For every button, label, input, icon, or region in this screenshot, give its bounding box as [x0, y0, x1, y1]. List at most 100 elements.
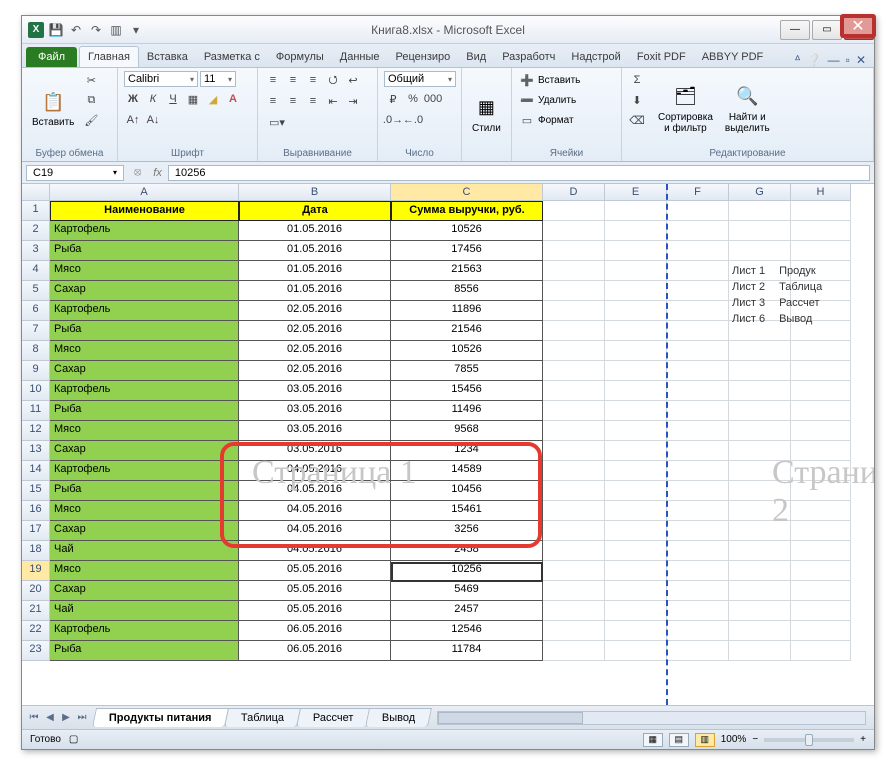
qat-redo-icon[interactable]: ↷ — [88, 22, 104, 38]
cell[interactable] — [605, 621, 667, 641]
cell[interactable]: Наименование — [50, 201, 239, 221]
cell[interactable]: 06.05.2016 — [239, 641, 391, 661]
align-bot-icon[interactable]: ≡ — [304, 71, 322, 89]
cell[interactable] — [729, 421, 791, 441]
cell[interactable] — [667, 441, 729, 461]
file-tab[interactable]: Файл — [26, 47, 77, 67]
innerwin-close-icon[interactable]: ✕ — [856, 53, 866, 67]
cell[interactable] — [791, 621, 851, 641]
zoom-in-icon[interactable]: + — [860, 734, 866, 745]
cell[interactable] — [791, 201, 851, 221]
cell[interactable] — [791, 341, 851, 361]
comma-icon[interactable]: 000 — [424, 90, 442, 108]
maximize-button[interactable]: ▭ — [812, 20, 842, 40]
cell[interactable] — [543, 581, 605, 601]
cell[interactable]: 03.05.2016 — [239, 421, 391, 441]
cell[interactable] — [791, 461, 851, 481]
row-header[interactable]: 10 — [22, 381, 50, 401]
cell[interactable]: 1 — [22, 201, 50, 221]
cell[interactable]: 04.05.2016 — [239, 521, 391, 541]
cell[interactable]: 11896 — [391, 301, 543, 321]
cell[interactable] — [729, 341, 791, 361]
cell[interactable]: 8556 — [391, 281, 543, 301]
cell[interactable] — [667, 481, 729, 501]
cell[interactable] — [791, 221, 851, 241]
cell[interactable] — [729, 361, 791, 381]
cell[interactable]: Картофель — [50, 381, 239, 401]
merge-button[interactable]: ▭▾ — [264, 113, 290, 131]
cell[interactable] — [543, 421, 605, 441]
cell[interactable]: 06.05.2016 — [239, 621, 391, 641]
cell[interactable]: Мясо — [50, 501, 239, 521]
shrink-font-icon[interactable]: A↓ — [144, 111, 162, 129]
cell[interactable] — [791, 381, 851, 401]
cell[interactable] — [729, 561, 791, 581]
clear-icon[interactable]: ⌫ — [628, 111, 646, 129]
cell[interactable]: 04.05.2016 — [239, 461, 391, 481]
cell[interactable]: 15456 — [391, 381, 543, 401]
cell[interactable] — [605, 641, 667, 661]
zoom-slider[interactable] — [764, 738, 854, 742]
view-pagelayout-icon[interactable]: ▤ — [669, 733, 689, 747]
cell[interactable]: 04.05.2016 — [239, 541, 391, 561]
cell[interactable]: Сахар — [50, 581, 239, 601]
horizontal-scrollbar[interactable] — [437, 711, 866, 725]
row-header[interactable]: 18 — [22, 541, 50, 561]
cell[interactable] — [667, 601, 729, 621]
cell[interactable]: 10456 — [391, 481, 543, 501]
cell[interactable] — [543, 401, 605, 421]
cell[interactable] — [605, 281, 667, 301]
cell[interactable] — [543, 561, 605, 581]
cell[interactable] — [729, 221, 791, 241]
align-left-icon[interactable]: ≡ — [264, 92, 282, 110]
cell[interactable] — [605, 561, 667, 581]
cell[interactable] — [729, 201, 791, 221]
cell[interactable]: 10526 — [391, 221, 543, 241]
sort-filter-button[interactable]: 🗂 Сортировка и фильтр — [654, 71, 717, 146]
cell[interactable]: 01.05.2016 — [239, 241, 391, 261]
cell[interactable]: 01.05.2016 — [239, 281, 391, 301]
cell[interactable] — [791, 541, 851, 561]
cell[interactable] — [543, 501, 605, 521]
cell[interactable] — [729, 541, 791, 561]
cell[interactable]: 10256 — [391, 561, 543, 581]
cell[interactable] — [667, 361, 729, 381]
innerwin-restore-icon[interactable]: ▫ — [846, 53, 850, 67]
cell[interactable] — [791, 481, 851, 501]
dec-decimal-icon[interactable]: ←.0 — [404, 111, 422, 129]
cell[interactable] — [543, 381, 605, 401]
col-header[interactable]: C — [391, 184, 543, 201]
col-header[interactable]: H — [791, 184, 851, 201]
cell[interactable]: Чай — [50, 541, 239, 561]
cell[interactable] — [667, 621, 729, 641]
cell[interactable] — [605, 541, 667, 561]
tab-view[interactable]: Вид — [458, 47, 494, 67]
col-header[interactable]: A — [50, 184, 239, 201]
format-cell-icon[interactable]: ▭ — [518, 111, 536, 129]
cell[interactable]: Мясо — [50, 561, 239, 581]
cell[interactable] — [791, 641, 851, 661]
sheet-tab-1[interactable]: Таблица — [223, 708, 300, 727]
cell[interactable]: 3256 — [391, 521, 543, 541]
cell[interactable]: Дата — [239, 201, 391, 221]
row-header[interactable]: 12 — [22, 421, 50, 441]
cell[interactable] — [543, 601, 605, 621]
cell[interactable]: 04.05.2016 — [239, 501, 391, 521]
sheet-tab-0[interactable]: Продукты питания — [92, 708, 229, 727]
view-pagebreak-icon[interactable]: ▥ — [695, 733, 715, 747]
tab-developer[interactable]: Разработч — [494, 47, 563, 67]
tab-formulas[interactable]: Формулы — [268, 47, 332, 67]
cell[interactable] — [791, 581, 851, 601]
cell[interactable] — [543, 641, 605, 661]
cell[interactable]: 05.05.2016 — [239, 601, 391, 621]
cell[interactable] — [667, 201, 729, 221]
cell[interactable] — [605, 521, 667, 541]
row-header[interactable]: 22 — [22, 621, 50, 641]
cell[interactable]: 7855 — [391, 361, 543, 381]
cell[interactable]: 11784 — [391, 641, 543, 661]
cell[interactable]: Сумма выручки, руб. — [391, 201, 543, 221]
cell[interactable]: 11496 — [391, 401, 543, 421]
cell[interactable] — [667, 301, 729, 321]
cell[interactable] — [543, 201, 605, 221]
autosum-icon[interactable]: Σ — [628, 71, 646, 89]
